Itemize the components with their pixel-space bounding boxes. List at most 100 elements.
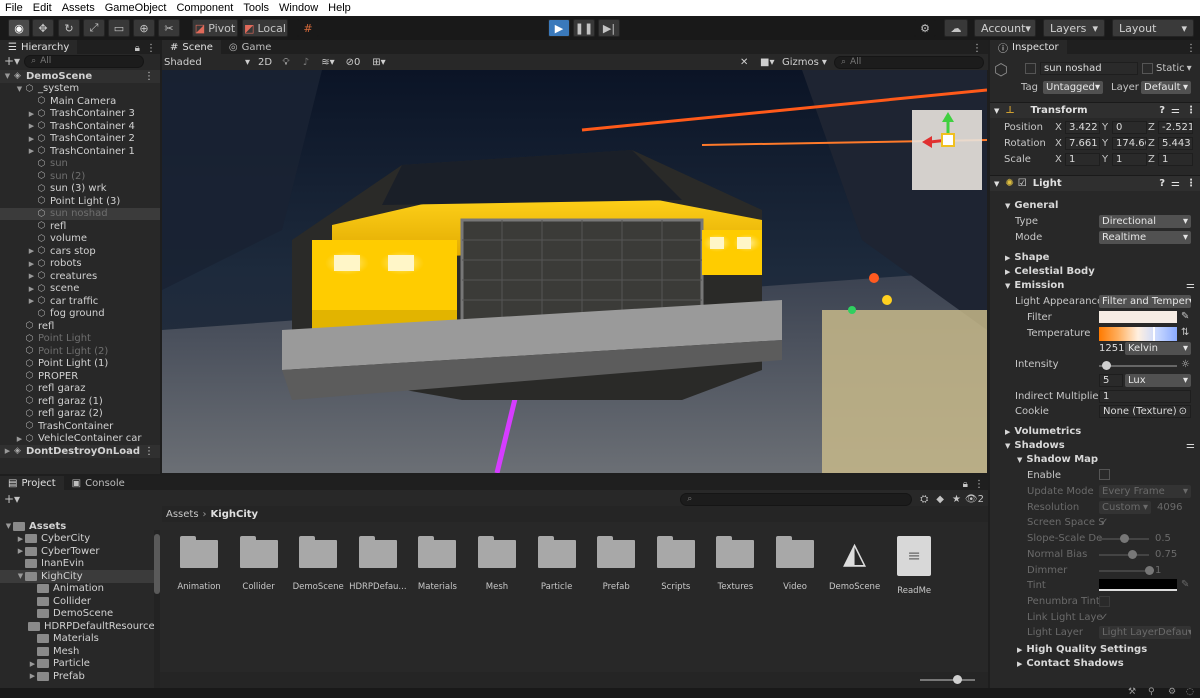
asset-folder[interactable]: Mesh bbox=[467, 536, 527, 592]
hierarchy-item[interactable]: ▶ ⬡ TrashContainer 4 bbox=[0, 120, 160, 133]
triangle-down-icon[interactable]: ▼ bbox=[15, 85, 24, 93]
active-checkbox[interactable] bbox=[1025, 63, 1036, 74]
hierarchy-item[interactable]: ⬡ refl bbox=[0, 220, 160, 233]
hierarchy-item[interactable]: ⬡ Point Light (2) bbox=[0, 345, 160, 358]
visibility-icon[interactable]: ⊘0 bbox=[340, 57, 366, 68]
tools-icon[interactable]: ✕ bbox=[740, 57, 760, 68]
dimmer-value[interactable]: 1 bbox=[1155, 565, 1161, 576]
scene-viewport[interactable] bbox=[162, 70, 987, 473]
move-tool-button[interactable]: ✥ bbox=[32, 19, 54, 37]
tab-inspector[interactable]: ⓘ Inspector bbox=[990, 40, 1067, 55]
project-tree-item[interactable]: ▶ CyberCity bbox=[0, 533, 154, 546]
transform-tool-button[interactable]: ⊕ bbox=[133, 19, 155, 37]
icon-size-slider[interactable] bbox=[953, 675, 962, 684]
slope-slider-handle[interactable] bbox=[1120, 534, 1129, 543]
menu-item-component[interactable]: Component bbox=[171, 2, 238, 14]
intensity-field[interactable]: 5 bbox=[1099, 374, 1123, 387]
debug-icon[interactable]: ⚒ bbox=[1128, 687, 1136, 697]
dimmer-slider-track[interactable] bbox=[1099, 570, 1149, 572]
local-toggle[interactable]: ◩ Local bbox=[242, 19, 288, 37]
triangle-down-icon[interactable]: ▼ bbox=[4, 522, 13, 530]
asset-folder[interactable]: DemoScene bbox=[288, 536, 348, 592]
axis-label-y[interactable]: Y bbox=[1102, 138, 1108, 149]
more-icon[interactable]: ⋮ bbox=[1186, 105, 1196, 116]
hierarchy-item[interactable]: ⬡ refl garaz (2) bbox=[0, 408, 160, 421]
preset-icon[interactable]: ⚌ bbox=[1171, 178, 1180, 189]
more-icon[interactable]: ⋮ bbox=[1186, 43, 1196, 54]
lighting-icon[interactable]: 💡︎ bbox=[276, 57, 296, 68]
scale-tool-button[interactable]: ⤢ bbox=[83, 19, 105, 37]
axis-label-x[interactable]: X bbox=[1055, 154, 1062, 165]
preset-icon[interactable]: ⚌ bbox=[1171, 105, 1180, 116]
shape-section[interactable]: ▶ Shape bbox=[1005, 252, 1049, 263]
menu-item-file[interactable]: File bbox=[0, 2, 28, 14]
preset-icon[interactable]: ⚌ bbox=[1186, 280, 1195, 291]
project-tree-item[interactable]: Animation bbox=[0, 583, 154, 596]
rotate-tool-button[interactable]: ↻ bbox=[58, 19, 80, 37]
hierarchy-item[interactable]: ▶ ⬡ car traffic bbox=[0, 295, 160, 308]
temperature-gradient-slider[interactable] bbox=[1099, 327, 1177, 341]
project-tree-item[interactable]: DemoScene bbox=[0, 608, 154, 621]
triangle-right-icon[interactable]: ▶ bbox=[27, 260, 36, 268]
hierarchy-item[interactable]: ▶ ⬡ cars stop bbox=[0, 245, 160, 258]
pivot-toggle[interactable]: ◪ Pivot bbox=[192, 19, 238, 37]
step-button[interactable]: ▶| bbox=[598, 19, 620, 37]
triangle-right-icon[interactable]: ▶ bbox=[16, 535, 25, 543]
toggle-2d-button[interactable]: 2D bbox=[254, 57, 276, 68]
light-layer-dropdown[interactable]: Light LayerDefau ▾ bbox=[1099, 626, 1191, 639]
hierarchy-search-input[interactable]: ⌕ All bbox=[24, 54, 145, 68]
tab-game[interactable]: ◎ Game bbox=[221, 40, 280, 54]
hierarchy-item[interactable]: ▶ ⬡ VehicleContainer car bbox=[0, 433, 160, 446]
high-quality-section[interactable]: ▶ High Quality Settings bbox=[1017, 644, 1147, 655]
type-dropdown[interactable]: Directional ▾ bbox=[1099, 215, 1191, 228]
contact-shadows-section[interactable]: ▶ Contact Shadows bbox=[1017, 658, 1124, 669]
menu-item-help[interactable]: Help bbox=[323, 2, 356, 14]
triangle-right-icon[interactable]: ▶ bbox=[27, 110, 36, 118]
triangle-right-icon[interactable]: ▶ bbox=[27, 285, 36, 293]
triangle-right-icon[interactable]: ▶ bbox=[16, 547, 25, 555]
asset-doc[interactable]: ≡ ReadMe bbox=[884, 536, 944, 596]
account-dropdown[interactable]: Account ▾ bbox=[974, 19, 1036, 37]
triangle-right-icon[interactable]: ▶ bbox=[27, 135, 36, 143]
hierarchy-item[interactable]: ⬡ Point Light bbox=[0, 333, 160, 346]
add-icon[interactable]: +▾ bbox=[4, 492, 20, 506]
normal-bias-slider-track[interactable] bbox=[1099, 554, 1149, 556]
asset-folder[interactable]: Animation bbox=[169, 536, 229, 592]
kelvin-value[interactable]: 1251 bbox=[1099, 343, 1124, 354]
menu-item-gameobject[interactable]: GameObject bbox=[100, 2, 172, 14]
curve-icon[interactable]: ⇅ bbox=[1181, 327, 1189, 338]
asset-folder[interactable]: Scripts bbox=[646, 536, 706, 592]
rotation-x-field[interactable]: 7.661 bbox=[1065, 137, 1100, 150]
asset-unity[interactable]: ◭ DemoScene bbox=[825, 536, 885, 592]
more-icon[interactable]: ⋮ bbox=[146, 43, 156, 54]
object-name-field[interactable]: sun noshad bbox=[1040, 62, 1138, 75]
layout-dropdown[interactable]: Layout ▾ bbox=[1112, 19, 1194, 37]
progress-icon[interactable]: ◌ bbox=[1186, 687, 1194, 697]
hierarchy-item[interactable]: ⬡ refl bbox=[0, 320, 160, 333]
filter-by-type-icon[interactable]: ⛭ bbox=[920, 494, 928, 505]
help-icon[interactable]: ? bbox=[1159, 105, 1165, 116]
static-checkbox[interactable] bbox=[1142, 63, 1153, 74]
dimmer-slider-handle[interactable] bbox=[1145, 566, 1154, 575]
tab-scene[interactable]: # Scene bbox=[162, 40, 221, 54]
position-x-field[interactable]: 3.422 bbox=[1065, 121, 1100, 134]
position-y-field[interactable]: 0 bbox=[1112, 121, 1147, 134]
hierarchy-item[interactable]: ▶ ⬡ robots bbox=[0, 258, 160, 271]
rotation-z-field[interactable]: 5.443 bbox=[1158, 137, 1193, 150]
play-button[interactable]: ▶ bbox=[548, 19, 570, 37]
hierarchy-item[interactable]: ▶ ⬡ TrashContainer 2 bbox=[0, 133, 160, 146]
axis-label-z[interactable]: Z bbox=[1148, 154, 1155, 165]
penumbra-tint-checkbox[interactable] bbox=[1099, 596, 1110, 607]
layers-dropdown[interactable]: Layers ▾ bbox=[1043, 19, 1105, 37]
asset-folder[interactable]: Collider bbox=[229, 536, 289, 592]
triangle-right-icon[interactable]: ▶ bbox=[28, 660, 37, 668]
asset-folder[interactable]: Video bbox=[765, 536, 825, 592]
resolution-number[interactable]: 4096 bbox=[1157, 502, 1182, 513]
emission-section[interactable]: ▼ Emission ⚌ bbox=[1005, 280, 1195, 291]
resolution-dropdown[interactable]: Custom ▾ bbox=[1099, 501, 1151, 514]
more-icon[interactable]: ⋮ bbox=[972, 43, 982, 54]
hierarchy-item[interactable]: ▶ ⬡ TrashContainer 1 bbox=[0, 145, 160, 158]
static-dropdown[interactable]: Static ▾ bbox=[1156, 63, 1192, 74]
shadow-enable-checkbox[interactable] bbox=[1099, 469, 1110, 480]
layer-dropdown[interactable]: Default ▾ bbox=[1141, 81, 1191, 94]
